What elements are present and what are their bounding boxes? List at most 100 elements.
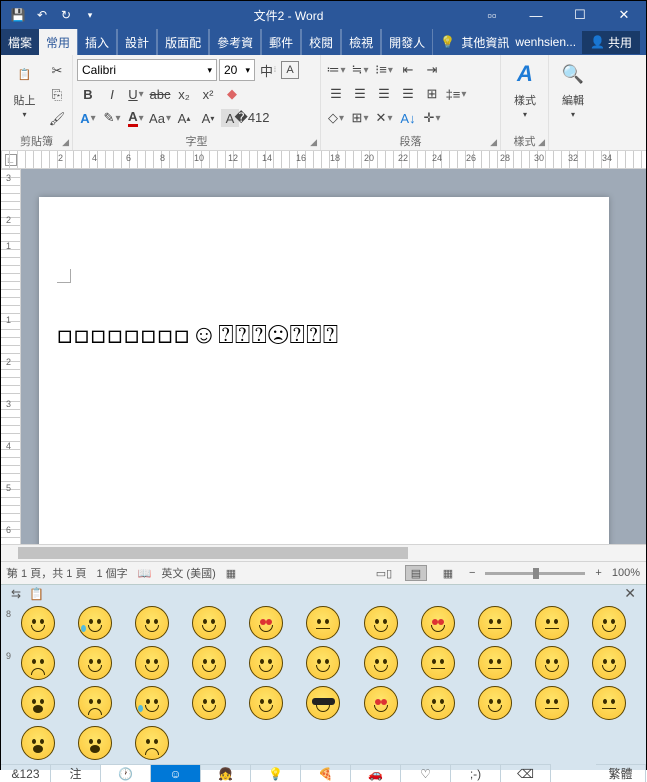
font-color-icon[interactable]: A▾ [125, 107, 147, 129]
emoji-smile[interactable] [354, 606, 407, 640]
emoji-lovey[interactable] [354, 686, 407, 720]
zoom-level[interactable]: 100% [612, 567, 640, 579]
ime-tab-4[interactable]: 👧 [201, 764, 251, 782]
document-text[interactable]: □□□□□□□□☺⍰⍰⍰☹⍰⍰⍰ [57, 318, 591, 351]
decrease-indent-icon[interactable]: ⇤ [397, 59, 419, 81]
font-size-combo[interactable]: 20▾ [219, 59, 255, 81]
justify-icon[interactable]: ☰ [397, 83, 419, 105]
zoom-in-button[interactable]: + [595, 567, 601, 579]
undo-icon[interactable]: ↶ [31, 4, 53, 26]
ime-tab-5[interactable]: 💡 [251, 764, 301, 782]
tell-me-text[interactable]: 其他資訊 [461, 34, 509, 51]
emoji-smile[interactable] [183, 646, 236, 680]
print-layout-icon[interactable]: ▤ [405, 565, 427, 581]
grow-font-icon[interactable]: A▴ [173, 107, 195, 129]
subscript-button[interactable]: x₂ [173, 83, 195, 105]
distributed-icon[interactable]: ⊞ [421, 83, 443, 105]
phonetic-guide-icon[interactable]: 中⁞ [257, 59, 279, 81]
page-scroll[interactable]: □□□□□□□□☺⍰⍰⍰☹⍰⍰⍰ [21, 169, 646, 544]
emoji-tongue[interactable] [240, 686, 293, 720]
tab-references[interactable]: 參考資 [209, 29, 261, 55]
redo-icon[interactable]: ↻ [55, 4, 77, 26]
emoji-smile[interactable] [183, 606, 236, 640]
cut-icon[interactable]: ✂ [46, 60, 68, 82]
emoji-joy[interactable] [125, 686, 178, 720]
ime-nav-icon[interactable]: ⇆ [11, 587, 21, 601]
enclose-characters-icon[interactable]: �412 [241, 107, 263, 129]
language-status[interactable]: 英文 (美國) [161, 565, 215, 581]
tab-home[interactable]: 常用 [39, 29, 77, 55]
ime-tab-2[interactable]: 🕐 [101, 764, 151, 782]
minimize-button[interactable]: — [514, 1, 558, 29]
page-count[interactable]: 第 1 頁，共 1 頁 [7, 565, 86, 581]
ime-tab-9[interactable]: ;-) [451, 764, 501, 782]
styles-dialog-icon[interactable]: ◢ [538, 137, 545, 148]
italic-button[interactable]: I [101, 83, 123, 105]
shrink-font-icon[interactable]: A▾ [197, 107, 219, 129]
horizontal-scrollbar[interactable] [1, 544, 646, 561]
web-layout-icon[interactable]: ▦ [437, 565, 459, 581]
zoom-out-button[interactable]: − [469, 567, 475, 579]
emoji-smile[interactable] [11, 606, 64, 640]
tab-view[interactable]: 檢視 [341, 29, 381, 55]
emoji-tired[interactable] [11, 646, 64, 680]
ime-tab-0[interactable]: &123 [1, 764, 51, 782]
tab-design[interactable]: 設計 [117, 29, 157, 55]
scroll-thumb[interactable] [18, 547, 408, 559]
show-marks-icon[interactable]: ✛▾ [421, 107, 443, 129]
ime-tab-7[interactable]: 🚗 [351, 764, 401, 782]
font-name-combo[interactable]: Calibri▾ [77, 59, 217, 81]
emoji-neutral[interactable] [411, 646, 464, 680]
maximize-button[interactable]: ☐ [558, 1, 602, 29]
ime-tab-11[interactable]: 繁體 [596, 764, 646, 782]
close-button[interactable]: ✕ [602, 1, 646, 29]
tab-insert[interactable]: 插入 [77, 29, 117, 55]
bold-button[interactable]: B [77, 83, 99, 105]
paste-button[interactable]: 📋 貼上 ▾ [5, 58, 44, 130]
spellcheck-icon[interactable]: 📖 [138, 567, 152, 580]
highlight-icon[interactable]: ✎▾ [101, 107, 123, 129]
ime-close-button[interactable]: ✕ [624, 585, 636, 602]
emoji-neutral[interactable] [526, 686, 579, 720]
emoji-neutral[interactable] [468, 606, 521, 640]
user-name[interactable]: wenhsien... [515, 35, 576, 49]
font-dialog-icon[interactable]: ◢ [310, 137, 317, 148]
bullets-icon[interactable]: ≔▾ [325, 59, 347, 81]
line-spacing-icon[interactable]: ‡≡▾ [445, 83, 467, 105]
align-right-icon[interactable]: ☰ [373, 83, 395, 105]
emoji-smile[interactable] [468, 686, 521, 720]
emoji-cool[interactable] [297, 686, 350, 720]
emoji-rofl[interactable] [68, 606, 121, 640]
ime-tab-1[interactable]: 注 [51, 764, 101, 782]
tab-file[interactable]: 檔案 [1, 29, 39, 55]
change-case-icon[interactable]: Aa▾ [149, 107, 171, 129]
emoji-smile[interactable] [240, 646, 293, 680]
clipboard-dialog-icon[interactable]: ◢ [62, 137, 69, 148]
emoji-cold[interactable] [68, 726, 121, 760]
tab-review[interactable]: 校閱 [301, 29, 341, 55]
emoji-halo[interactable] [297, 646, 350, 680]
emoji-smile[interactable] [583, 606, 636, 640]
styles-button[interactable]: A 樣式 ▾ [505, 58, 545, 119]
editing-button[interactable]: 🔍 編輯 ▾ [553, 58, 593, 119]
clear-formatting-icon[interactable]: ◆ [221, 83, 243, 105]
zoom-thumb[interactable] [533, 568, 539, 579]
horizontal-ruler[interactable]: ∟ 246810121416182022242628303234 [1, 151, 646, 169]
emoji-flushed[interactable] [526, 606, 579, 640]
sort-icon[interactable]: A↓ [397, 107, 419, 129]
emoji-smile[interactable] [583, 646, 636, 680]
align-left-icon[interactable]: ☰ [325, 83, 347, 105]
ime-tab-10[interactable]: ⌫ [501, 764, 551, 782]
save-icon[interactable]: 💾 [7, 4, 29, 26]
ime-tab-3[interactable]: ☺ [151, 764, 201, 782]
emoji-zipper[interactable] [583, 686, 636, 720]
copy-icon[interactable]: ⎘ [46, 84, 68, 106]
emoji-hearteyes[interactable] [411, 606, 464, 640]
increase-indent-icon[interactable]: ⇥ [421, 59, 443, 81]
align-center-icon[interactable]: ☰ [349, 83, 371, 105]
emoji-hearts[interactable] [240, 606, 293, 640]
underline-button[interactable]: U▾ [125, 83, 147, 105]
emoji-smile[interactable] [526, 646, 579, 680]
ime-tab-8[interactable]: ♡ [401, 764, 451, 782]
multilevel-list-icon[interactable]: ⁝≡▾ [373, 59, 395, 81]
